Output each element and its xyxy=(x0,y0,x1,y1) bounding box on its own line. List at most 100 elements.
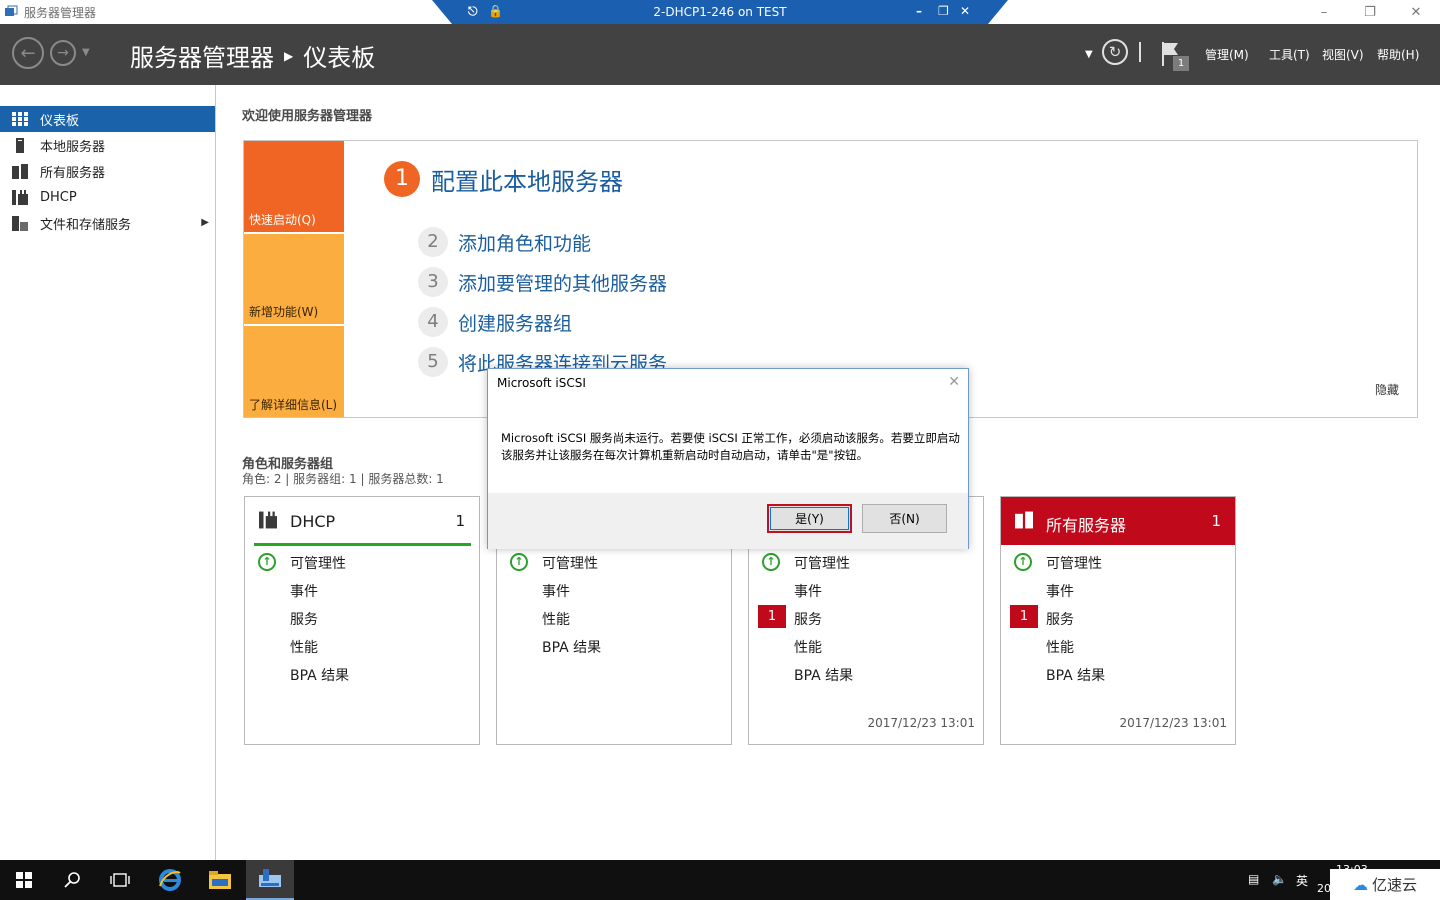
expand-arrow-icon[interactable]: ▶ xyxy=(201,217,209,228)
no-button[interactable]: 否(N) xyxy=(862,504,947,533)
network-icon[interactable]: ▤ xyxy=(1248,872,1259,886)
header-divider xyxy=(1139,42,1141,62)
windows-start-icon[interactable] xyxy=(0,860,48,900)
card-row-services[interactable]: 服务 xyxy=(290,609,318,629)
dialog-message: Microsoft iSCSI 服务尚未运行。若要使 iSCSI 正常工作，必须… xyxy=(501,431,960,462)
ime-indicator[interactable]: 英 xyxy=(1296,872,1308,889)
notification-count-badge: 1 xyxy=(1173,56,1189,71)
dialog-title: Microsoft iSCSI xyxy=(497,376,586,390)
card-row-manageability[interactable]: 可管理性 xyxy=(794,553,850,573)
card-row-performance[interactable]: 性能 xyxy=(794,637,822,657)
file-explorer-icon[interactable] xyxy=(196,860,244,900)
card-row-services[interactable]: 服务 xyxy=(794,609,822,629)
card-row-events[interactable]: 事件 xyxy=(1046,581,1074,601)
step-link[interactable]: 配置此本地服务器 xyxy=(431,162,623,197)
sidebar-item-label: 仪表板 xyxy=(40,113,80,129)
sidebar-item-dashboard[interactable]: 仪表板 xyxy=(0,106,215,132)
dialog-footer: 是(Y) 否(N) xyxy=(488,493,968,549)
step-create-group[interactable]: 4 创建服务器组 xyxy=(418,307,572,337)
header-dropdown-icon[interactable]: ▼ xyxy=(1085,49,1093,60)
welcome-heading: 欢迎使用服务器管理器 xyxy=(242,109,373,124)
server-manager-app-icon xyxy=(4,4,18,18)
menu-view[interactable]: 视图(V) xyxy=(1322,46,1364,63)
rdp-restore-icon[interactable]: ❐ xyxy=(938,4,949,18)
card-timestamp: 2017/12/23 13:01 xyxy=(1119,716,1227,730)
menu-help[interactable]: 帮助(H) xyxy=(1377,46,1419,63)
step-number: 3 xyxy=(418,267,448,297)
card-row-events[interactable]: 事件 xyxy=(290,581,318,601)
close-icon[interactable]: ✕ xyxy=(1393,0,1439,24)
learn-more-tile[interactable]: 了解详细信息(L) xyxy=(244,326,344,417)
yes-button[interactable]: 是(Y) xyxy=(767,504,852,533)
volume-muted-icon[interactable]: 🔈 xyxy=(1272,872,1287,886)
services-alert-badge[interactable]: 1 xyxy=(1010,605,1038,628)
whats-new-tile[interactable]: 新增功能(W) xyxy=(244,234,344,324)
search-icon[interactable] xyxy=(48,860,96,900)
role-card-all-servers[interactable]: 所有服务器 1 ↑ 可管理性 事件 1 服务 性能 BPA 结果 2017/12… xyxy=(1000,496,1236,745)
card-title: DHCP xyxy=(290,512,336,531)
ok-arrow-icon: ↑ xyxy=(510,553,528,571)
restore-icon[interactable]: ❐ xyxy=(1347,0,1393,24)
page-title: 仪表板 xyxy=(303,44,376,72)
card-row-performance[interactable]: 性能 xyxy=(1046,637,1074,657)
breadcrumb-app: 服务器管理器 xyxy=(130,44,274,72)
card-row-bpa[interactable]: BPA 结果 xyxy=(542,637,601,657)
storage-icon xyxy=(0,215,40,231)
history-dropdown-icon[interactable]: ▼ xyxy=(82,47,90,58)
clock-date[interactable]: 20 xyxy=(1317,882,1331,895)
step-number: 1 xyxy=(384,161,420,197)
card-row-manageability[interactable]: 可管理性 xyxy=(290,553,346,573)
card-timestamp: 2017/12/23 13:01 xyxy=(867,716,975,730)
roles-summary: 角色: 2 | 服务器组: 1 | 服务器总数: 1 xyxy=(242,472,444,486)
step-number: 2 xyxy=(418,227,448,257)
close-icon[interactable]: ✕ xyxy=(948,374,960,390)
step-link[interactable]: 添加角色和功能 xyxy=(458,229,591,256)
step-add-servers[interactable]: 3 添加要管理的其他服务器 xyxy=(418,267,667,297)
services-alert-badge[interactable]: 1 xyxy=(758,605,786,628)
step-link[interactable]: 添加要管理的其他服务器 xyxy=(458,269,667,296)
card-row-events[interactable]: 事件 xyxy=(794,581,822,601)
rdp-minimize-icon[interactable]: – xyxy=(916,4,922,18)
menu-manage[interactable]: 管理(M) xyxy=(1205,46,1249,63)
role-card-dhcp[interactable]: DHCP 1 ↑ 可管理性 事件 服务 性能 BPA 结果 xyxy=(244,496,480,745)
server-icon xyxy=(0,137,40,153)
watermark-logo: ☁ 亿速云 xyxy=(1330,869,1440,900)
hide-link[interactable]: 隐藏 xyxy=(1375,381,1399,398)
card-row-bpa[interactable]: BPA 结果 xyxy=(290,665,349,685)
window-title: 服务器管理器 xyxy=(24,6,97,20)
step-add-roles[interactable]: 2 添加角色和功能 xyxy=(418,227,591,257)
step-configure-local-server[interactable]: 1 配置此本地服务器 xyxy=(384,161,623,197)
card-header[interactable]: 所有服务器 1 xyxy=(1001,497,1235,545)
minimize-icon[interactable]: – xyxy=(1301,0,1347,24)
rdp-close-icon[interactable]: ✕ xyxy=(960,4,970,18)
card-row-services[interactable]: 服务 xyxy=(1046,609,1074,629)
sidebar-item-all-servers[interactable]: 所有服务器 xyxy=(0,158,215,184)
refresh-icon[interactable]: ↻ xyxy=(1102,39,1128,65)
card-header[interactable]: DHCP 1 xyxy=(245,497,479,545)
card-row-bpa[interactable]: BPA 结果 xyxy=(794,665,853,685)
task-view-icon[interactable] xyxy=(96,860,144,900)
servers-icon xyxy=(1015,511,1033,533)
sidebar-item-dhcp[interactable]: DHCP xyxy=(0,184,215,210)
watermark-text: 亿速云 xyxy=(1371,876,1417,894)
sidebar-item-local-server[interactable]: 本地服务器 xyxy=(0,132,215,158)
card-row-performance[interactable]: 性能 xyxy=(542,609,570,629)
card-row-manageability[interactable]: 可管理性 xyxy=(542,553,598,573)
internet-explorer-icon[interactable] xyxy=(146,860,194,900)
menu-tools[interactable]: 工具(T) xyxy=(1269,46,1310,63)
forward-button[interactable]: → xyxy=(50,40,76,66)
servers-icon xyxy=(0,163,40,179)
card-row-performance[interactable]: 性能 xyxy=(290,637,318,657)
ok-arrow-icon: ↑ xyxy=(258,553,276,571)
server-manager-taskbar-icon[interactable] xyxy=(246,860,294,900)
card-row-bpa[interactable]: BPA 结果 xyxy=(1046,665,1105,685)
step-link[interactable]: 创建服务器组 xyxy=(458,309,572,336)
taskbar: ▤ 🔈 英 13:03 20 xyxy=(0,860,1440,900)
sidebar-item-file-storage[interactable]: 文件和存储服务 ▶ xyxy=(0,210,215,236)
quick-start-tile[interactable]: 快速启动(Q) xyxy=(244,141,344,232)
card-row-events[interactable]: 事件 xyxy=(542,581,570,601)
back-button[interactable]: ← xyxy=(12,37,44,69)
ok-arrow-icon: ↑ xyxy=(1014,553,1032,571)
step-number: 4 xyxy=(418,307,448,337)
card-row-manageability[interactable]: 可管理性 xyxy=(1046,553,1102,573)
